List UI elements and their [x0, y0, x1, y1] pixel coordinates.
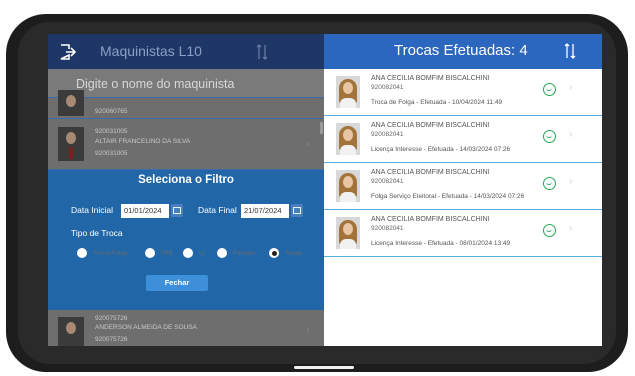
trade-type-label: Tipo de Troca: [71, 228, 123, 238]
chevron-right-icon: ›: [306, 324, 310, 335]
trade-detail: Licença Interesse - Efetuada - 14/03/202…: [371, 146, 511, 153]
driver-registration: 920060765: [95, 108, 128, 115]
smile-icon: [543, 224, 556, 237]
avatar: [58, 127, 84, 161]
radio-label: LI: [199, 250, 205, 257]
radio-troca-folga[interactable]: [77, 248, 87, 258]
avatar: [58, 317, 84, 346]
filter-dialog: Seleciona o Filtro Data Inicial 01/01/20…: [48, 170, 324, 310]
close-filter-button[interactable]: Fechar: [146, 275, 208, 291]
chevron-right-icon[interactable]: ›: [569, 82, 572, 93]
list-item[interactable]: 920031005 ALTAIR FRANCELINO DA SILVA 920…: [48, 119, 324, 170]
search-bar: [48, 69, 324, 98]
chevron-right-icon: ›: [306, 139, 310, 150]
driver-header: Maquinistas L10: [48, 34, 324, 69]
list-item[interactable]: 920075726 ANDERSON ALMEIDA DE SOUSA 9200…: [48, 310, 324, 346]
radio-todas[interactable]: [269, 248, 279, 258]
chevron-right-icon[interactable]: ›: [569, 176, 572, 187]
trade-detail: Licença Interesse - Efetuada - 08/01/202…: [371, 240, 511, 247]
exit-icon[interactable]: [58, 43, 76, 61]
employee-name: ANA CECILIA BOMFIM BISCALCHINI: [371, 75, 490, 82]
driver-registration: 920031005: [95, 150, 128, 157]
avatar: [336, 76, 360, 108]
trades-panel: Trocas Efetuadas: 4 ANA CECILIA BOMFIM B…: [324, 34, 602, 346]
sort-icon[interactable]: [256, 43, 268, 61]
radio-label: Todas: [285, 250, 303, 257]
driver-registration: 920075726: [95, 315, 128, 322]
employee-registration: 920082041: [371, 178, 404, 185]
list-item[interactable]: 920060765: [48, 90, 324, 119]
end-date-field[interactable]: 21/07/2024: [241, 204, 289, 218]
app-screen: Maquinistas L10 920060765 920031005 ALTA…: [48, 34, 602, 346]
smile-icon: [543, 83, 556, 96]
sort-icon[interactable]: [564, 42, 576, 60]
filter-title: Seleciona o Filtro: [138, 174, 234, 186]
avatar: [336, 123, 360, 155]
trade-record[interactable]: ANA CECILIA BOMFIM BISCALCHINI 920082041…: [324, 210, 602, 257]
driver-registration: 920075726: [95, 336, 128, 343]
radio-label: Feriado: [233, 250, 256, 257]
radio-tre[interactable]: [145, 248, 155, 258]
trades-title: Trocas Efetuadas: 4: [394, 42, 528, 59]
home-indicator[interactable]: [294, 366, 354, 369]
radio-label: TRE: [160, 250, 173, 257]
radio-li[interactable]: [183, 248, 193, 258]
employee-name: ANA CECILIA BOMFIM BISCALCHINI: [371, 122, 490, 129]
trade-record[interactable]: ANA CECILIA BOMFIM BISCALCHINI 920082041…: [324, 69, 602, 116]
trade-detail: Folga Serviço Eleitoral - Efetuada - 14/…: [371, 193, 525, 200]
radio-label: Troca Folga: [93, 250, 128, 257]
chevron-right-icon[interactable]: ›: [569, 223, 572, 234]
search-input[interactable]: [74, 74, 308, 94]
driver-registration: 920031005: [95, 128, 128, 135]
employee-registration: 920082041: [371, 84, 404, 91]
driver-panel: Maquinistas L10 920060765 920031005 ALTA…: [48, 34, 324, 346]
smile-icon: [543, 130, 556, 143]
start-date-label: Data Inicial: [71, 205, 114, 215]
trade-record[interactable]: ANA CECILIA BOMFIM BISCALCHINI 920082041…: [324, 163, 602, 210]
employee-registration: 920082041: [371, 225, 404, 232]
trade-record[interactable]: ANA CECILIA BOMFIM BISCALCHINI 920082041…: [324, 116, 602, 163]
chevron-right-icon[interactable]: ›: [569, 129, 572, 140]
avatar: [336, 170, 360, 202]
driver-name: ALTAIR FRANCELINO DA SILVA: [95, 138, 191, 145]
avatar: [58, 90, 84, 116]
employee-name: ANA CECILIA BOMFIM BISCALCHINI: [371, 169, 490, 176]
driver-name: ANDERSON ALMEIDA DE SOUSA: [95, 324, 197, 331]
calendar-icon[interactable]: [291, 204, 303, 217]
trades-header: Trocas Efetuadas: 4: [324, 34, 602, 69]
scrollbar[interactable]: [320, 122, 323, 134]
employee-registration: 920082041: [371, 131, 404, 138]
driver-panel-title: Maquinistas L10: [100, 43, 202, 59]
calendar-icon[interactable]: [171, 204, 183, 217]
avatar: [336, 217, 360, 249]
employee-name: ANA CECILIA BOMFIM BISCALCHINI: [371, 216, 490, 223]
end-date-label: Data Final: [198, 205, 237, 215]
trade-detail: Troca de Folga - Efetuada - 10/04/2024 1…: [371, 99, 503, 106]
radio-feriado[interactable]: [217, 248, 227, 258]
smile-icon: [543, 177, 556, 190]
start-date-field[interactable]: 01/01/2024: [121, 204, 169, 218]
